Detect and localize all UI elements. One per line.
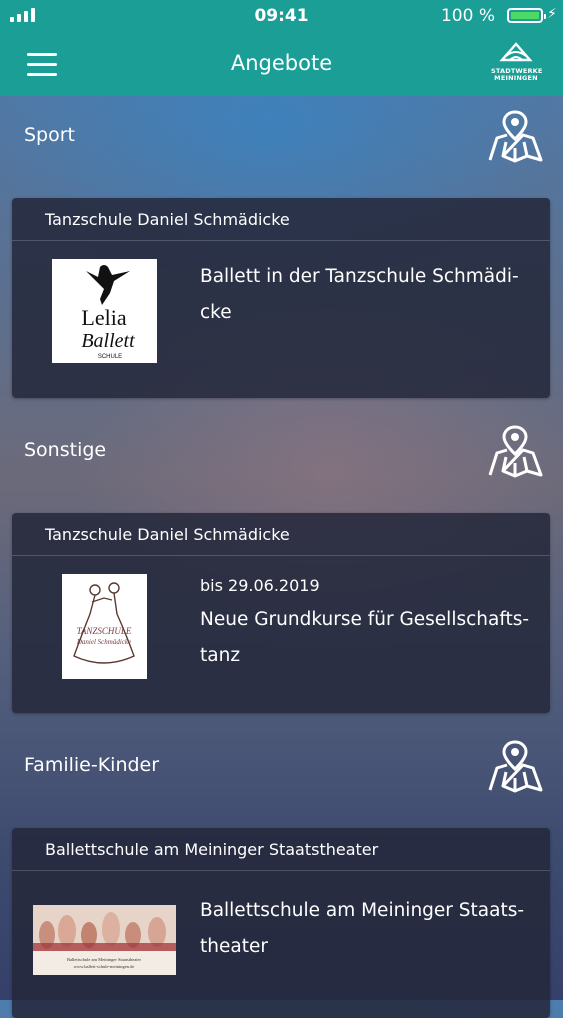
provider-logo-image: Ballettschule am Meininger Staatstheater… bbox=[33, 905, 176, 975]
card-title: Ballettschule am Meininger Staats- theat… bbox=[200, 893, 540, 965]
offer-card[interactable]: Ballettschule am Meininger Staatstheater… bbox=[12, 828, 550, 1018]
logo-line2: MEININGEN bbox=[494, 74, 538, 82]
section-header-sport: Sport bbox=[0, 110, 563, 180]
map-icon[interactable] bbox=[485, 425, 545, 481]
card-title-line1: Ballett in der Tanzschule Schmädi- bbox=[200, 266, 519, 287]
card-provider: Ballettschule am Meininger Staatstheater bbox=[45, 840, 379, 859]
map-icon[interactable] bbox=[485, 110, 545, 166]
logo-word-1: Ballettschule am Meininger Staatstheater bbox=[67, 957, 142, 962]
section-title: Sport bbox=[24, 124, 76, 146]
provider-logo-image: TANZSCHULE Daniel Schmädicke bbox=[62, 574, 147, 679]
page-title: Angebote bbox=[230, 51, 333, 75]
card-title-line1: Neue Grundkurse für Gesellschafts- bbox=[200, 609, 530, 630]
logo-word-2: Ballett bbox=[81, 330, 135, 352]
logo-word-2: www.ballett-schule-meiningen.de bbox=[74, 964, 135, 969]
map-icon[interactable] bbox=[485, 740, 545, 796]
section-header-familie-kinder: Familie-Kinder bbox=[0, 740, 563, 810]
logo-word-3: SCHULE bbox=[98, 354, 122, 360]
logo-word-1: Lelia bbox=[81, 305, 126, 330]
charging-icon: ⚡ bbox=[547, 6, 557, 22]
card-title: Neue Grundkurse für Gesellschafts- tanz bbox=[200, 602, 540, 674]
section-title: Sonstige bbox=[24, 439, 107, 461]
status-bar: 09:41 100 % ⚡ bbox=[0, 0, 563, 32]
card-header: Tanzschule Daniel Schmädicke bbox=[12, 198, 550, 241]
card-title: Ballett in der Tanzschule Schmädi- cke bbox=[200, 259, 540, 331]
nav-bar: Angebote STADTWERKE MEININGEN bbox=[0, 32, 563, 96]
card-provider: Tanzschule Daniel Schmädicke bbox=[45, 210, 290, 229]
provider-logo-image: Lelia Ballett SCHULE bbox=[52, 259, 157, 363]
stadtwerke-logo[interactable]: STADTWERKE MEININGEN bbox=[491, 42, 542, 86]
card-title-line2: tanz bbox=[200, 645, 241, 666]
card-header: Ballettschule am Meininger Staatstheater bbox=[12, 828, 550, 871]
logo-mark-icon bbox=[499, 42, 533, 62]
card-header: Tanzschule Daniel Schmädicke bbox=[12, 513, 550, 556]
card-title-line2: theater bbox=[200, 936, 268, 957]
logo-word-1: TANZSCHULE bbox=[77, 626, 132, 636]
offer-card[interactable]: Tanzschule Daniel Schmädicke Lelia Balle… bbox=[12, 198, 550, 398]
card-title-line1: Ballettschule am Meininger Staats- bbox=[200, 900, 525, 921]
battery-icon bbox=[507, 8, 546, 23]
section-header-sonstige: Sonstige bbox=[0, 425, 563, 495]
card-provider: Tanzschule Daniel Schmädicke bbox=[45, 525, 290, 544]
logo-word-2: Daniel Schmädicke bbox=[76, 638, 131, 646]
card-title-line2: cke bbox=[200, 302, 232, 323]
card-date: bis 29.06.2019 bbox=[200, 576, 320, 595]
battery-percent: 100 % bbox=[440, 6, 495, 26]
offer-card[interactable]: Tanzschule Daniel Schmädicke TANZSCHULE … bbox=[12, 513, 550, 713]
section-title: Familie-Kinder bbox=[24, 754, 160, 776]
